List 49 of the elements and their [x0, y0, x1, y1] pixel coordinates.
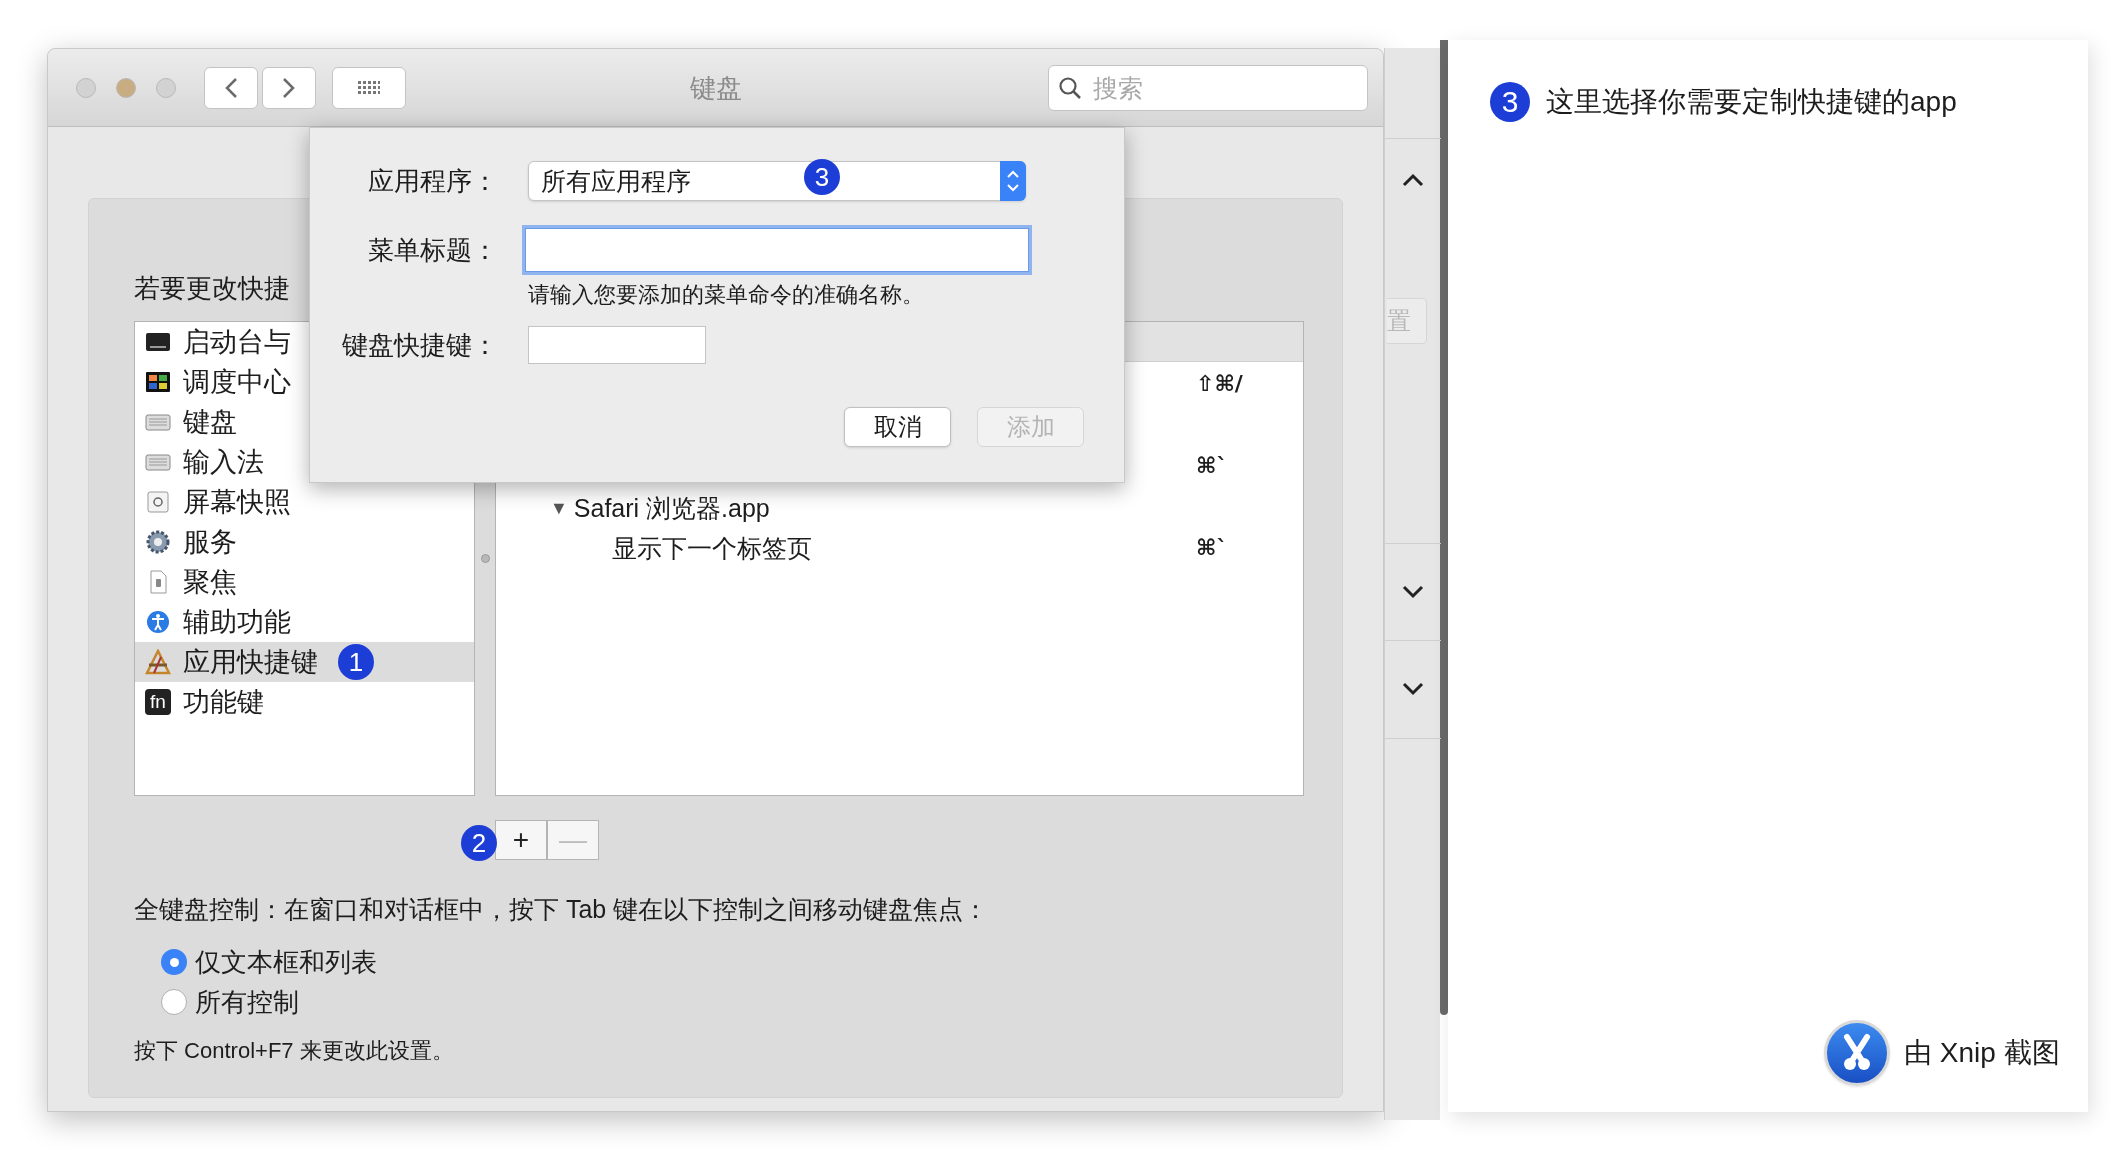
search-icon: [1058, 76, 1082, 100]
back-button[interactable]: [204, 66, 258, 109]
instruction-text: 若要更改快捷: [134, 273, 290, 305]
shortcut-key: ⌘`: [1196, 533, 1228, 563]
cancel-button[interactable]: 取消: [844, 407, 951, 447]
field-label: 应用程序：: [367, 166, 499, 196]
shortcut-key: ⌘`: [1196, 451, 1228, 481]
show-all-button[interactable]: [332, 66, 406, 109]
app-name: Safari 浏览器.app: [573, 492, 770, 523]
windows-grid-icon: [145, 369, 171, 395]
number-badge: 3: [804, 159, 840, 195]
chevron-down-icon[interactable]: [1402, 585, 1424, 599]
shortcut-key: ⇧⌘/: [1196, 369, 1243, 399]
up-down-arrows-icon: [1006, 168, 1020, 194]
chevron-down-icon[interactable]: [1402, 682, 1424, 696]
radio-button[interactable]: [161, 949, 187, 975]
chevron-right-icon: [282, 76, 296, 99]
disclosure-triangle[interactable]: ▼: [550, 492, 568, 523]
fn-key-icon: fn: [145, 689, 171, 715]
number-badge: 3: [1490, 82, 1530, 122]
shortcut-field[interactable]: [528, 326, 706, 364]
annotation-text: 这里选择你需要定制快捷键的app: [1546, 85, 1957, 119]
category-item[interactable]: 应用快捷键 1: [135, 642, 474, 682]
chevron-up-icon[interactable]: [1402, 173, 1424, 187]
window-title: 键盘: [690, 73, 742, 103]
accessibility-icon: [145, 609, 171, 635]
field-label: 菜单标题：: [367, 235, 499, 265]
grid-icon: [358, 80, 380, 95]
splitter-handle[interactable]: [480, 554, 490, 563]
gear-icon: [145, 529, 171, 555]
number-badge: 1: [338, 644, 374, 680]
hint-text: 按下 Control+F7 来更改此设置。: [134, 1038, 454, 1064]
forward-button[interactable]: [262, 66, 316, 109]
menu-title-field[interactable]: [525, 228, 1029, 272]
radio-option[interactable]: 所有控制: [161, 982, 299, 1022]
shortcut-name: 显示下一个标签页: [612, 533, 812, 563]
app-tools-icon: [145, 649, 171, 675]
chevron-left-icon: [224, 76, 238, 99]
search-field[interactable]: 搜索: [1048, 65, 1368, 111]
add-button[interactable]: +: [495, 820, 547, 860]
credit-text: 由 Xnip 截图: [1904, 1036, 2060, 1070]
radio-option[interactable]: 仅文本框和列表: [161, 942, 377, 982]
scissors-icon: [1824, 1020, 1890, 1086]
app-popup-button[interactable]: 所有应用程序 3: [528, 161, 1026, 201]
number-badge: 2: [461, 825, 497, 861]
screenshot-icon: [145, 489, 171, 515]
radio-button[interactable]: [161, 989, 187, 1015]
description-text: 全键盘控制：在窗口和对话框中，按下 Tab 键在以下控制之间移动键盘焦点：: [134, 894, 989, 924]
hint-text: 请输入您要添加的菜单命令的准确名称。: [528, 281, 924, 309]
